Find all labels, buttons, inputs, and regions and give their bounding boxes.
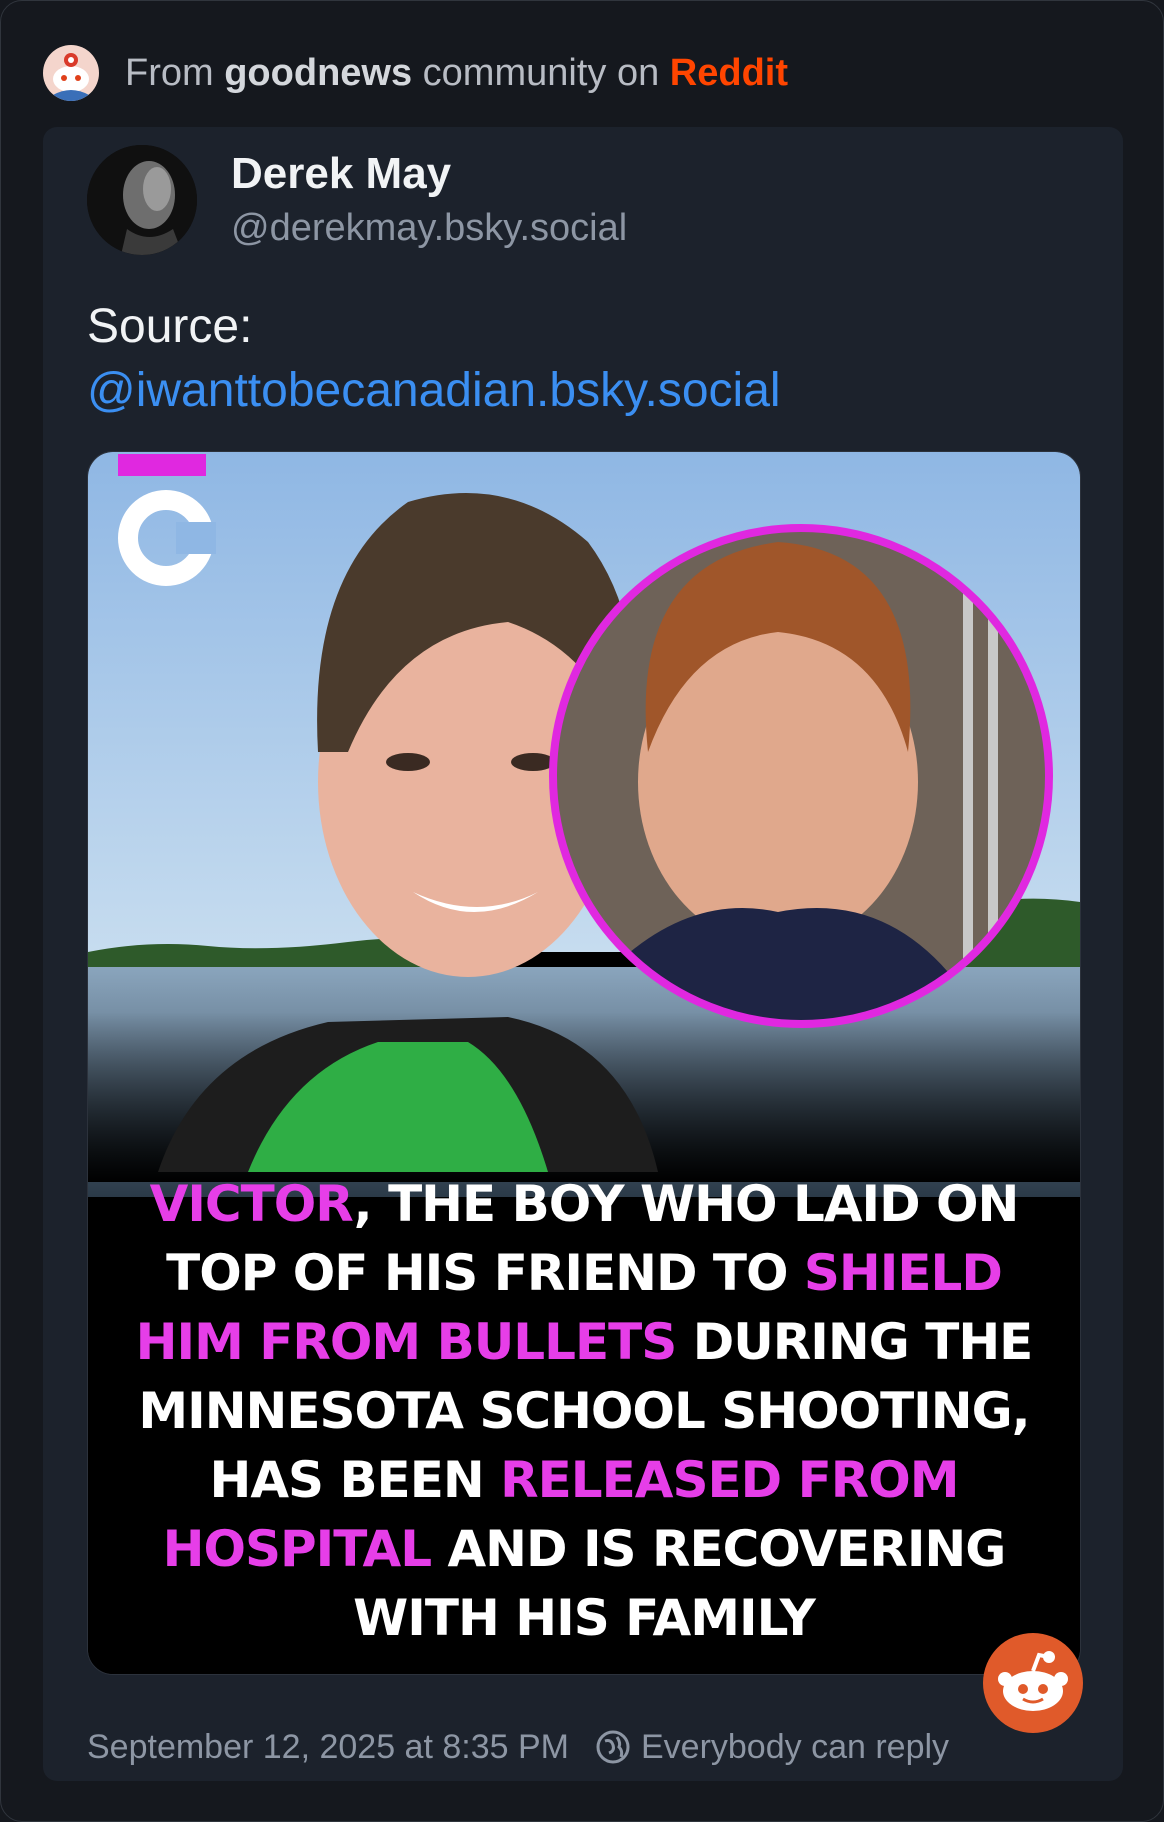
caption-text: WITH HIS FAMILY [353,1589,816,1647]
source-middle: community on [422,51,660,94]
caption-line-7: WITH HIS FAMILY [88,1584,1080,1653]
reply-setting: Everybody can reply [640,1727,950,1766]
caption-highlight: VICTOR [149,1175,355,1233]
caption-line-1: VICTOR, THE BOY WHO LAID ON [88,1170,1080,1239]
caption-highlight: RELEASED FROM [500,1451,959,1509]
post-text-label: Source: [87,300,253,353]
platform-link[interactable]: Reddit [670,52,788,94]
reddit-snoo-badge [983,1633,1083,1733]
caption-text: DURING THE [676,1313,1034,1371]
reddit-snoo-icon [43,45,99,101]
caption-text: , THE BOY WHO LAID ON [353,1175,1020,1233]
author-name[interactable]: Derek May [231,149,451,199]
post-timestamp[interactable]: September 12, 2025 at 8:35 PM [87,1728,569,1767]
community-link[interactable]: goodnews [224,52,412,94]
post-mention-link[interactable]: @iwanttobecanadian.bsky.social [87,359,781,423]
author-handle[interactable]: @derekmay.bsky.social [231,207,627,250]
caption-line-3: HIM FROM BULLETS DURING THE [88,1308,1080,1377]
caption-text: HAS BEEN [209,1451,501,1509]
source-prefix: From [125,51,214,94]
post-footer: September 12, 2025 at 8:35 PM Everybody … [87,1719,949,1775]
caption-line-6: HOSPITAL AND IS RECOVERING [88,1515,1080,1584]
post-image[interactable]: VICTOR, THE BOY WHO LAID ON TOP OF HIS F… [87,451,1081,1675]
source-label: From goodnews community on Reddit [125,52,788,95]
source-bar: From goodnews community on Reddit [43,43,788,103]
screenshot-frame: From goodnews community on Reddit Derek … [0,0,1164,1822]
caption-line-2: TOP OF HIS FRIEND TO SHIELD [88,1239,1080,1308]
caption-highlight: HIM FROM BULLETS [135,1313,678,1371]
image-caption: VICTOR, THE BOY WHO LAID ON TOP OF HIS F… [88,1170,1080,1653]
caption-line-5: HAS BEEN RELEASED FROM [88,1446,1080,1515]
avatar[interactable] [87,145,197,255]
caption-text: AND IS RECOVERING [431,1520,1006,1578]
caption-text: MINNESOTA SCHOOL SHOOTING, [138,1382,1030,1440]
post-body: Source: @iwanttobecanadian.bsky.social [87,295,781,423]
caption-line-4: MINNESOTA SCHOOL SHOOTING, [88,1377,1080,1446]
globe-icon [596,1730,630,1764]
post-card: Derek May @derekmay.bsky.social Source: … [43,127,1123,1781]
caption-highlight: HOSPITAL [162,1520,432,1578]
caption-highlight: SHIELD [803,1244,1003,1302]
caption-text: TOP OF HIS FRIEND TO [166,1244,804,1302]
